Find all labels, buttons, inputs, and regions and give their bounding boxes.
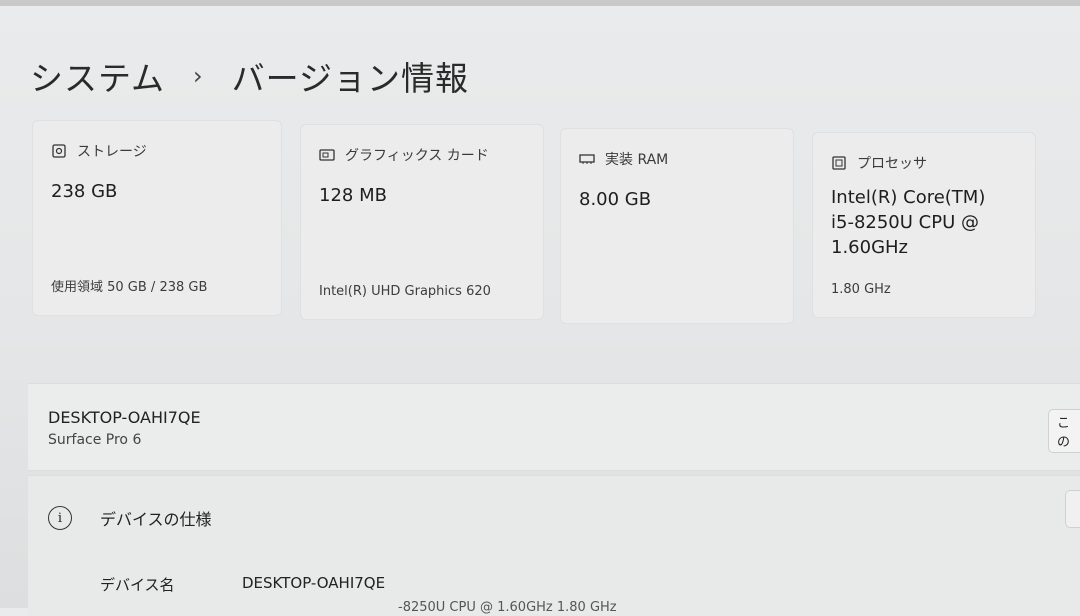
device-name: DESKTOP-OAHI7QE	[48, 408, 201, 427]
ram-value: 8.00 GB	[579, 189, 652, 210]
page-title: バージョン情報	[231, 59, 469, 98]
rename-pc-button[interactable]: この	[1048, 409, 1080, 453]
storage-icon	[51, 144, 67, 158]
processor-line: 1.60GHz	[831, 237, 909, 258]
top-bezel	[0, 0, 1080, 6]
device-specs-section: i デバイスの仕様 デバイス名 DESKTOP-OAHI7QE -8250U C…	[28, 475, 1080, 616]
device-model: Surface Pro 6	[48, 432, 142, 448]
storage-card: ストレージ 238 GB 使用領域 50 GB / 238 GB	[32, 120, 282, 316]
device-specs-header[interactable]: i デバイスの仕様	[48, 506, 212, 530]
graphics-model: Intel(R) UHD Graphics 620	[319, 284, 491, 299]
graphics-card: グラフィックス カード 128 MB Intel(R) UHD Graphics…	[300, 124, 544, 320]
copy-button[interactable]	[1065, 490, 1080, 528]
ram-icon	[579, 152, 595, 166]
gpu-icon	[319, 148, 335, 162]
ram-card: 実装 RAM 8.00 GB	[560, 128, 794, 324]
breadcrumb-parent[interactable]: システム	[30, 52, 165, 100]
graphics-label: グラフィックス カード	[345, 148, 489, 164]
spec-row-device-name: デバイス名 DESKTOP-OAHI7QE	[100, 574, 385, 595]
spec-key: デバイス名	[100, 576, 175, 594]
device-row: DESKTOP-OAHI7QE Surface Pro 6 この	[28, 383, 1080, 471]
info-icon: i	[48, 506, 72, 530]
processor-label: プロセッサ	[857, 156, 927, 172]
storage-value: 238 GB	[51, 181, 118, 202]
ram-label: 実装 RAM	[605, 152, 669, 168]
processor-value: Intel(R) Core(TM) i5-8250U CPU @ 1.60GHz	[831, 185, 985, 260]
device-specs-title: デバイスの仕様	[100, 510, 212, 529]
processor-line: Intel(R) Core(TM)	[831, 187, 986, 208]
graphics-value: 128 MB	[319, 185, 387, 206]
storage-label: ストレージ	[77, 144, 147, 160]
spec-value: DESKTOP-OAHI7QE	[242, 574, 386, 592]
breadcrumb: システム › バージョン情報	[30, 52, 469, 100]
processor-speed: 1.80 GHz	[831, 282, 891, 297]
processor-card: プロセッサ Intel(R) Core(TM) i5-8250U CPU @ 1…	[812, 132, 1036, 318]
cpu-icon	[831, 156, 847, 170]
chevron-right-icon: ›	[193, 62, 204, 90]
processor-line: i5-8250U CPU @	[831, 212, 979, 233]
storage-usage: 使用領域 50 GB / 238 GB	[51, 280, 208, 295]
